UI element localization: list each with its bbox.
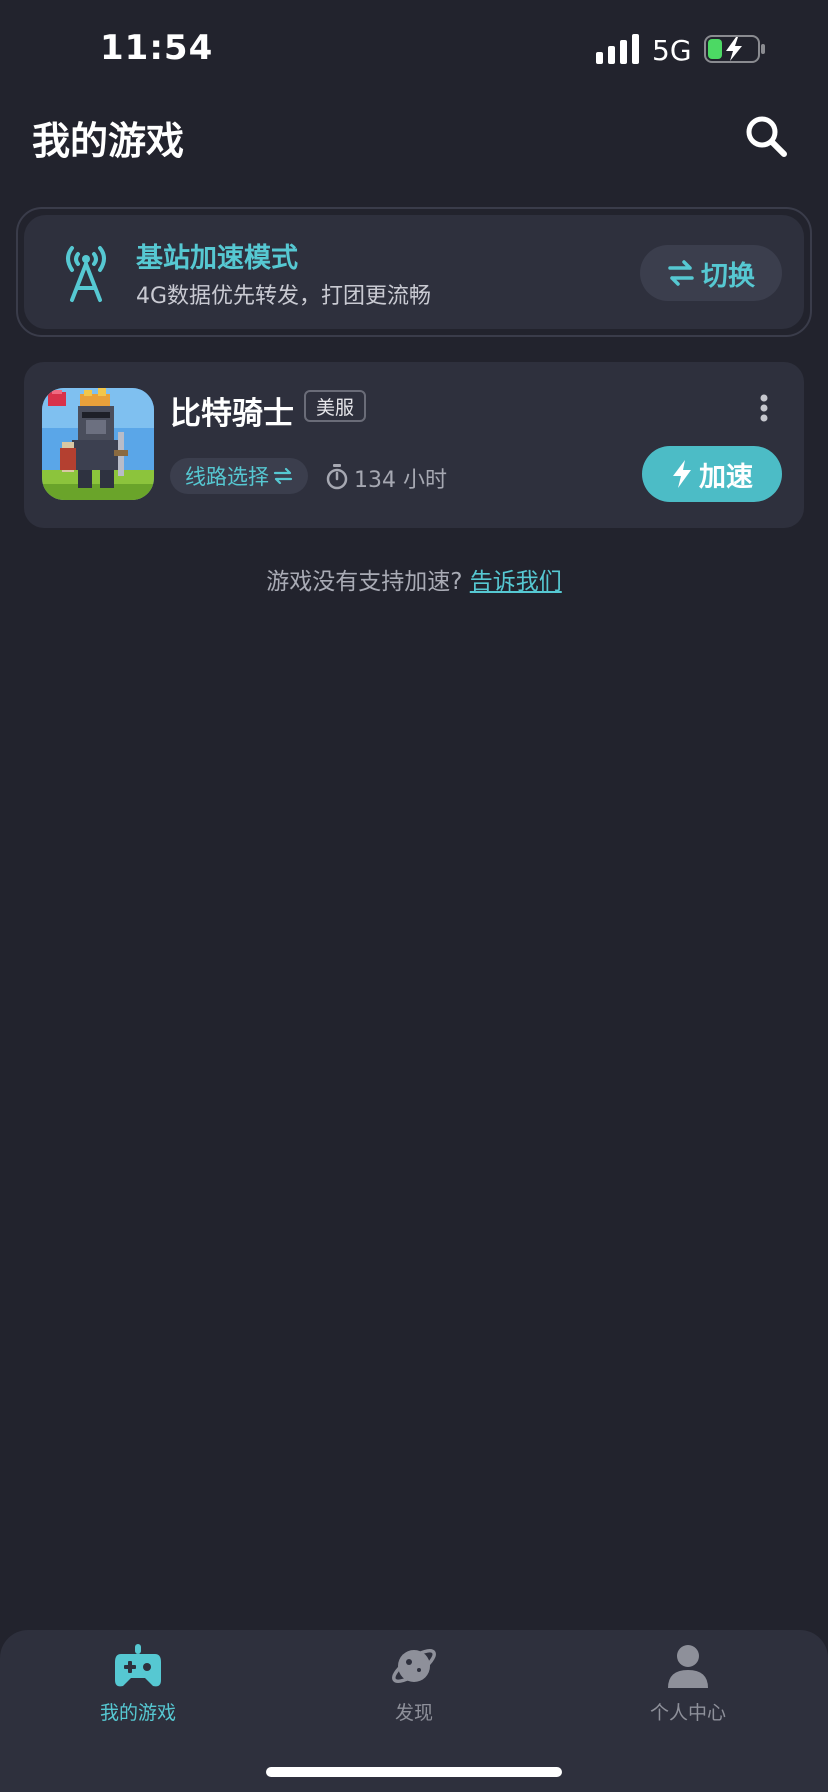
planet-icon bbox=[392, 1649, 436, 1683]
boost-label: 加速 bbox=[699, 461, 753, 493]
user-icon bbox=[668, 1645, 708, 1688]
boost-button[interactable]: 加速 bbox=[642, 446, 782, 502]
tab-my-games[interactable]: 我的游戏 bbox=[38, 1640, 238, 1730]
tab-my-games-label: 我的游戏 bbox=[99, 1702, 176, 1724]
home-indicator bbox=[266, 1767, 562, 1777]
tab-discover[interactable]: 发现 bbox=[314, 1640, 514, 1730]
page-title: 我的游戏 bbox=[32, 119, 185, 163]
unsupported-game-hint: 游戏没有支持加速? 告诉我们 bbox=[0, 562, 828, 596]
tab-profile-label: 个人中心 bbox=[649, 1702, 726, 1724]
route-select-label: 线路选择 bbox=[185, 465, 269, 489]
tab-discover-label: 发现 bbox=[394, 1702, 433, 1724]
stopwatch-icon bbox=[326, 464, 348, 490]
more-options-icon[interactable] bbox=[752, 393, 776, 423]
switch-mode-label: 切换 bbox=[701, 260, 755, 292]
switch-mode-button[interactable]: 切换 bbox=[640, 245, 782, 301]
mode-title: 基站加速模式 bbox=[136, 243, 298, 274]
lightning-icon bbox=[673, 460, 691, 488]
cell-tower-icon bbox=[66, 246, 106, 302]
network-type: 5G bbox=[652, 34, 692, 67]
mode-description: 4G数据优先转发，打团更流畅 bbox=[136, 284, 432, 309]
route-select-button[interactable]: 线路选择 bbox=[170, 458, 308, 494]
tell-us-link[interactable]: 告诉我们 bbox=[470, 569, 562, 595]
playtime: 134 小时 bbox=[354, 468, 447, 493]
tab-profile[interactable]: 个人中心 bbox=[588, 1640, 788, 1730]
swap-arrows-icon bbox=[668, 260, 694, 286]
signal-icon bbox=[596, 34, 639, 64]
game-title: 比特骑士 bbox=[170, 396, 294, 432]
region-badge: 美服 bbox=[304, 390, 367, 422]
swap-arrows-icon bbox=[273, 467, 293, 485]
status-time: 11:54 bbox=[100, 28, 214, 68]
search-icon[interactable] bbox=[740, 110, 792, 162]
gamepad-icon bbox=[115, 1644, 161, 1687]
hint-text: 游戏没有支持加速? bbox=[266, 569, 463, 595]
game-icon-bit-heroes[interactable] bbox=[42, 388, 154, 500]
battery-charging-icon bbox=[704, 35, 765, 63]
